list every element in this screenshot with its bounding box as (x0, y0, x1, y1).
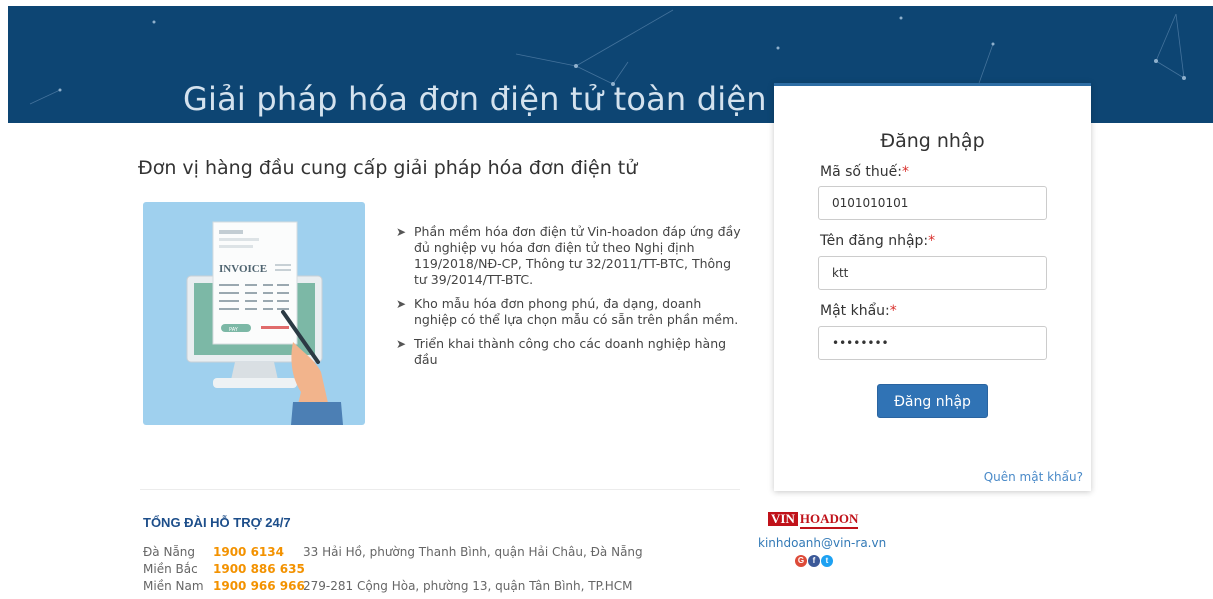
phone-link[interactable]: 1900 6134 (213, 545, 303, 559)
login-button[interactable]: Đăng nhập (877, 384, 988, 418)
contact-list: Đà Nẵng 1900 6134 33 Hải Hồ, phường Thanh … (143, 545, 643, 596)
password-label: Mật khẩu:* (820, 303, 897, 319)
password-input[interactable]: •••••••• (818, 326, 1047, 360)
contact-email[interactable]: kinhdoanh@vin-ra.vn (758, 536, 886, 550)
arrow-right-icon: ➤ (396, 337, 407, 351)
tax-code-input[interactable]: 0101010101 (818, 186, 1047, 220)
required-mark: * (889, 303, 897, 319)
headline: Đơn vị hàng đầu cung cấp giải pháp hóa đ… (138, 157, 638, 179)
feature-item: ➤ Kho mẫu hóa đơn phong phú, đa dạng, do… (396, 296, 739, 327)
support-title: TỔNG ĐÀI HỖ TRỢ 24/7 (143, 515, 291, 530)
contact-row: Miền Bắc 1900 886 635 (143, 562, 305, 576)
invoice-label: INVOICE (219, 263, 267, 275)
svg-text:PAY: PAY (229, 327, 239, 333)
feature-list: ➤ Phần mềm hóa đơn điện tử Vin-hoadon đá… (396, 224, 746, 376)
banner-title: Giải pháp hóa đơn điện tử toàn diện (183, 80, 767, 118)
required-mark: * (928, 233, 936, 249)
login-page: Giải pháp hóa đơn điện tử toàn diện Đơn … (0, 0, 1213, 599)
arrow-right-icon: ➤ (396, 297, 407, 311)
feature-item: ➤ Triển khai thành công cho các doanh ng… (396, 336, 727, 367)
twitter-icon[interactable]: t (821, 555, 833, 567)
google-plus-icon[interactable]: G (795, 555, 807, 567)
contact-row: Đà Nẵng 1900 6134 33 Hải Hồ, phường Thanh … (143, 545, 643, 559)
phone-link[interactable]: 1900 966 966 (213, 579, 305, 593)
forgot-password-link[interactable]: Quên mật khẩu? (984, 470, 1083, 484)
tax-code-label: Mã số thuế:* (820, 164, 909, 180)
contact-row: Miền Nam 1900 966 966279-281 Cộng Hòa, ph… (143, 579, 633, 593)
username-label: Tên đăng nhập:* (820, 233, 936, 249)
required-mark: * (901, 164, 909, 180)
invoice-illustration: INVOICE PAY (143, 202, 365, 425)
phone-link[interactable]: 1900 886 635 (213, 562, 305, 576)
arrow-right-icon: ➤ (396, 225, 407, 239)
social-links: G f t (795, 555, 833, 567)
divider (140, 489, 740, 490)
login-title: Đăng nhập (880, 130, 985, 152)
feature-item: ➤ Phần mềm hóa đơn điện tử Vin-hoadon đá… (396, 224, 741, 287)
username-input[interactable]: ktt (818, 256, 1047, 290)
login-card: Đăng nhập Mã số thuế:* 0101010101 Tên đă… (774, 83, 1091, 491)
facebook-icon[interactable]: f (808, 555, 820, 567)
brand-logo: VIN HOADON (768, 512, 860, 529)
